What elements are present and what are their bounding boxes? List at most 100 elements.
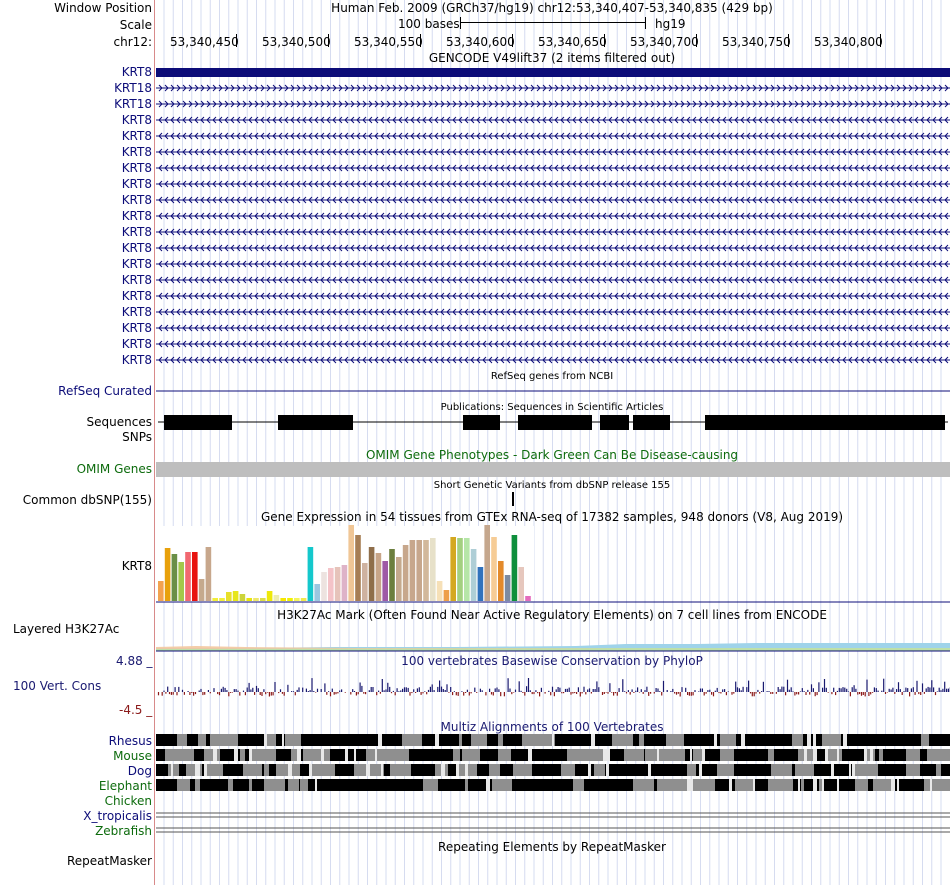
phylop-score-bar — [735, 681, 737, 692]
multiz-species-label[interactable]: Zebrafish — [95, 824, 152, 838]
gencode-gene-label[interactable]: KRT8 — [122, 209, 152, 223]
multiz-species-label[interactable]: Chicken — [105, 794, 152, 808]
phylop-score-bar — [870, 692, 872, 695]
phylop-score-bar — [770, 692, 772, 694]
phylop-score-bar — [189, 692, 191, 695]
gencode-gene-label[interactable]: KRT8 — [122, 129, 152, 143]
phylop-score-bar — [465, 692, 467, 693]
phylop-score-bar — [361, 685, 363, 692]
gencode-gene-label[interactable]: KRT8 — [122, 337, 152, 351]
phylop-score-bar — [733, 692, 735, 694]
gtex-tissue-bar — [470, 549, 477, 601]
multiz-species-label[interactable]: Dog — [128, 764, 152, 778]
alignment-mismatch — [906, 764, 920, 776]
snps-label[interactable]: SNPs — [122, 430, 152, 444]
phylop-score-bar — [309, 690, 311, 692]
gtex-tissue-bar — [287, 598, 293, 601]
genome-browser-image[interactable]: Window Position Human Feb. 2009 (GRCh37/… — [0, 0, 950, 885]
gencode-gene-label[interactable]: KRT8 — [122, 305, 152, 319]
phylop-score-bar — [631, 689, 633, 692]
gencode-transcript — [156, 356, 950, 364]
gencode-gene-label[interactable]: KRT8 — [122, 65, 152, 79]
gtex-tissue-bar — [164, 548, 171, 601]
omim-label[interactable]: OMIM Genes — [77, 462, 152, 476]
phylop-score-bar — [535, 690, 537, 692]
gtex-tissue-bar — [239, 594, 246, 601]
phylop-score-bar — [662, 680, 665, 692]
gtex-tissue-bar — [212, 598, 218, 601]
refseq-label[interactable]: RefSeq Curated — [58, 384, 152, 398]
multiz-species-label[interactable]: Elephant — [99, 779, 152, 793]
phylop-score-bar — [511, 692, 513, 695]
phylop-score-bar — [936, 691, 938, 692]
phylop-score-bar — [601, 692, 604, 695]
gtex-tissue-bar — [314, 584, 320, 601]
gencode-gene-label[interactable]: KRT8 — [122, 241, 152, 255]
phylop-score-bar — [638, 692, 641, 693]
gencode-gene-label[interactable]: KRT8 — [122, 177, 152, 191]
gencode-gene-label[interactable]: KRT8 — [122, 321, 152, 335]
gencode-gene-label[interactable]: KRT18 — [114, 97, 152, 111]
multiz-species-label[interactable]: Rhesus — [109, 734, 152, 748]
gencode-gene-label[interactable]: KRT8 — [122, 113, 152, 127]
repeatmasker-label[interactable]: RepeatMasker — [67, 854, 152, 868]
track-area[interactable] — [156, 0, 950, 885]
gtex-tissue-bar — [402, 545, 409, 601]
alignment-gap — [465, 764, 468, 776]
gencode-gene-label[interactable]: KRT8 — [122, 289, 152, 303]
phylop-score-bar — [551, 686, 554, 692]
phylop-score-bar — [298, 687, 300, 692]
alignment-gap — [831, 764, 834, 776]
phylop-score-bar — [514, 689, 517, 692]
alignment-mismatch — [873, 779, 876, 791]
phylop-score-bar — [398, 691, 400, 692]
phylop-score-bar — [783, 686, 785, 692]
phylop-score-bar — [934, 692, 937, 696]
h3k27ac-label[interactable]: Layered H3K27Ac — [13, 622, 119, 636]
phylop-score-bar — [431, 684, 433, 692]
phylop-score-bar — [524, 692, 526, 696]
alignment-gap — [702, 749, 705, 761]
phylop-score-bar — [566, 688, 568, 692]
conservation-min: -4.5 _ — [119, 703, 153, 717]
gencode-gene-label[interactable]: KRT8 — [122, 353, 152, 367]
phylop-score-bar — [403, 687, 406, 692]
phylop-score-bar — [396, 688, 398, 692]
phylop-score-bar — [296, 689, 298, 692]
phylop-score-bar — [291, 691, 293, 692]
gencode-gene-label[interactable]: KRT8 — [122, 145, 152, 159]
gencode-gene-label[interactable]: KRT8 — [122, 225, 152, 239]
gencode-gene-label[interactable]: KRT8 — [122, 161, 152, 175]
alignment-mismatch — [945, 749, 950, 761]
phylop-score-bar — [849, 692, 851, 697]
phylop-score-bar — [890, 689, 892, 692]
multiz-species-label[interactable]: X_tropicalis — [83, 809, 152, 823]
phylop-score-bar — [453, 691, 455, 692]
phylop-score-bar — [378, 690, 380, 692]
gencode-gene-label[interactable]: KRT8 — [122, 193, 152, 207]
alignment-mismatch — [792, 734, 803, 746]
phylop-score-bar — [187, 691, 189, 692]
sequences-label[interactable]: Sequences — [87, 415, 152, 429]
phylop-score-bar — [198, 690, 200, 692]
gencode-gene-label[interactable]: KRT8 — [122, 273, 152, 287]
dbsnp-label[interactable]: Common dbSNP(155) — [23, 493, 152, 507]
gencode-gene-label[interactable]: KRT8 — [122, 257, 152, 271]
multiz-species-label[interactable]: Mouse — [113, 749, 152, 763]
phylop-score-bar — [707, 690, 709, 692]
phylop-score-bar — [635, 690, 637, 692]
phylop-score-bar — [931, 680, 933, 692]
alignment-gap — [288, 764, 292, 776]
phylop-score-bar — [946, 688, 948, 692]
gtex-gene-label[interactable]: KRT8 — [122, 559, 152, 573]
phylop-score-bar — [603, 692, 605, 694]
phylop-score-bar — [862, 692, 864, 695]
phylop-score-bar — [711, 692, 713, 695]
gencode-gene-label[interactable]: KRT18 — [114, 81, 152, 95]
alignment-gap — [552, 734, 554, 746]
phylop-score-bar — [818, 682, 820, 692]
phylop-score-bar — [790, 687, 792, 692]
alignment-mismatch — [819, 779, 822, 791]
conservation-label[interactable]: 100 Vert. Cons — [13, 679, 101, 693]
phylop-score-bar — [822, 687, 824, 692]
